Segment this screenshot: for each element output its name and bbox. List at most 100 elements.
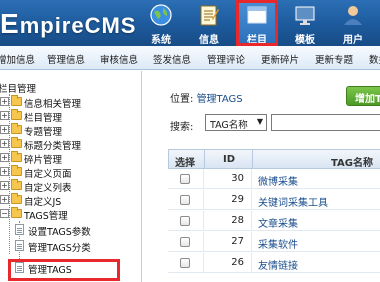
row-checkbox[interactable] [180,237,190,247]
folder-icon [11,193,22,204]
dropdown-arrow-icon: ▼ [256,117,263,126]
expand-icon[interactable]: + [0,167,9,176]
column-divider [251,253,252,273]
top-nav-info[interactable]: 信息 [188,0,230,46]
tree-item-title-class-label: 标题分类管理 [24,141,82,152]
row-checkbox[interactable] [180,216,190,226]
row-id: 28 [231,215,244,226]
expand-icon[interactable]: + [0,153,9,162]
column-divider [203,253,204,273]
main-content: 位置: 管理TAGS 增加TAG 搜索: TAG名称 ▼ 选择 ID TAG名称… [142,71,380,282]
search-label: 搜索: [170,122,194,133]
row-tag-name[interactable]: 关键词采集工具 [258,194,328,209]
row-tag-name[interactable]: 采集软件 [258,236,298,251]
top-header: EmpireCMS 系统 信息 栏目 模板 用户 [0,0,380,46]
tree-item-tags-label: TAGS管理 [24,211,68,222]
column-divider [251,232,252,252]
row-tag-name[interactable]: 文章采集 [258,215,298,230]
folder-icon [11,137,22,148]
folder-open-icon [11,207,22,218]
search-field-select-value: TAG名称 [210,120,248,131]
top-nav-template[interactable]: 模板 [284,0,326,46]
tree-item-custom-list-label: 自定义列表 [24,183,72,194]
tree-root-label: 栏目管理 [0,84,37,95]
column-header-select: 选择 [175,158,195,169]
globe-icon [150,4,172,26]
folder-icon [11,179,22,190]
row-checkbox[interactable] [180,174,190,184]
tree-item-custom-page-label: 自定义页面 [24,169,72,180]
subnav-manage-info[interactable]: 管理信息 [47,52,85,66]
sidebar-tree: 栏目管理 + 信息相关管理 + 栏目管理 + 专题管理 + 标题分类管理 + 碎… [0,71,142,282]
expand-icon[interactable]: + [0,97,9,106]
notepad-icon [200,5,219,26]
folder-icon [11,95,22,106]
tree-guide-line [9,94,10,254]
user-icon [344,6,362,25]
expand-icon[interactable]: + [0,195,9,204]
row-id: 30 [231,173,244,184]
document-icon [15,240,24,251]
tree-item-column-label: 栏目管理 [24,113,63,124]
breadcrumb-link[interactable]: 管理TAGS [197,94,243,105]
subnav-update-topics[interactable]: 更新专题 [315,52,353,66]
expand-icon[interactable]: + [0,139,9,148]
add-tag-button[interactable]: 增加TAG [346,86,380,106]
tree-item-topic-label: 专题管理 [24,127,63,138]
top-nav-column-highlight [236,0,278,46]
row-id: 26 [231,257,244,268]
logo-rest: mpireCMS [19,13,137,38]
expand-icon[interactable]: + [0,111,9,120]
column-divider [251,211,252,231]
app-window: EmpireCMS 系统 信息 栏目 模板 用户 增加信息 管理信息 审核信息 … [0,0,380,282]
breadcrumb-label: 位置: [170,94,194,105]
expand-icon[interactable]: + [0,125,9,134]
table-row[interactable]: 26 友情链接 [168,253,380,273]
row-tag-name[interactable]: 微博采集 [258,173,298,188]
column-header-name: TAG名称 [331,158,373,169]
row-tag-name[interactable]: 友情链接 [258,257,298,272]
column-divider [203,190,204,210]
tree-item-custom-js-label: 自定义JS [24,197,62,208]
table-row[interactable]: 27 采集软件 [168,232,380,252]
subnav-add-info[interactable]: 增加信息 [0,52,35,66]
subnav-manage-comments[interactable]: 管理评论 [207,52,245,66]
top-nav-system-label: 系统 [151,35,171,46]
table-row[interactable]: 30 微博采集 [168,169,380,189]
column-header-id: ID [223,154,236,165]
search-field-select[interactable]: TAG名称 ▼ [205,114,267,131]
document-icon [15,224,24,235]
row-checkbox[interactable] [180,258,190,268]
column-divider [203,211,204,231]
logo-initial: E [0,8,20,39]
top-nav-user[interactable]: 用户 [332,0,374,46]
table-row[interactable]: 29 关键词采集工具 [168,190,380,210]
subnav-update-fragments[interactable]: 更新碎片 [261,52,299,66]
subnav-data[interactable]: 数据 [369,52,380,66]
row-checkbox[interactable] [180,195,190,205]
column-divider [203,169,204,189]
subnav-review-info[interactable]: 审核信息 [100,52,138,66]
table-row[interactable]: 28 文章采集 [168,211,380,231]
breadcrumb: 位置: 管理TAGS [170,90,243,105]
top-nav-template-label: 模板 [295,35,315,46]
column-divider [203,232,204,252]
subnav-sign-info[interactable]: 签发信息 [153,52,191,66]
search-input[interactable] [271,114,380,131]
folder-icon [11,151,22,162]
top-nav-system[interactable]: 系统 [140,0,182,46]
column-divider [252,150,253,168]
expand-icon[interactable]: + [0,181,9,190]
row-id: 29 [231,194,244,205]
folder-icon [11,109,22,120]
table-header: 选择 ID TAG名称 [168,149,380,169]
monitor-icon [295,6,315,25]
tree-item-tags-settings-label: 设置TAGS参数 [28,227,91,238]
tree-item-fragment-label: 碎片管理 [24,155,63,166]
tree-item-tags-class-label: 管理TAGS分类 [28,243,91,254]
tree-item-info-label: 信息相关管理 [24,99,82,110]
logo: EmpireCMS [0,8,136,40]
collapse-icon[interactable]: − [0,209,9,218]
folder-icon [11,165,22,176]
folder-icon [11,123,22,134]
